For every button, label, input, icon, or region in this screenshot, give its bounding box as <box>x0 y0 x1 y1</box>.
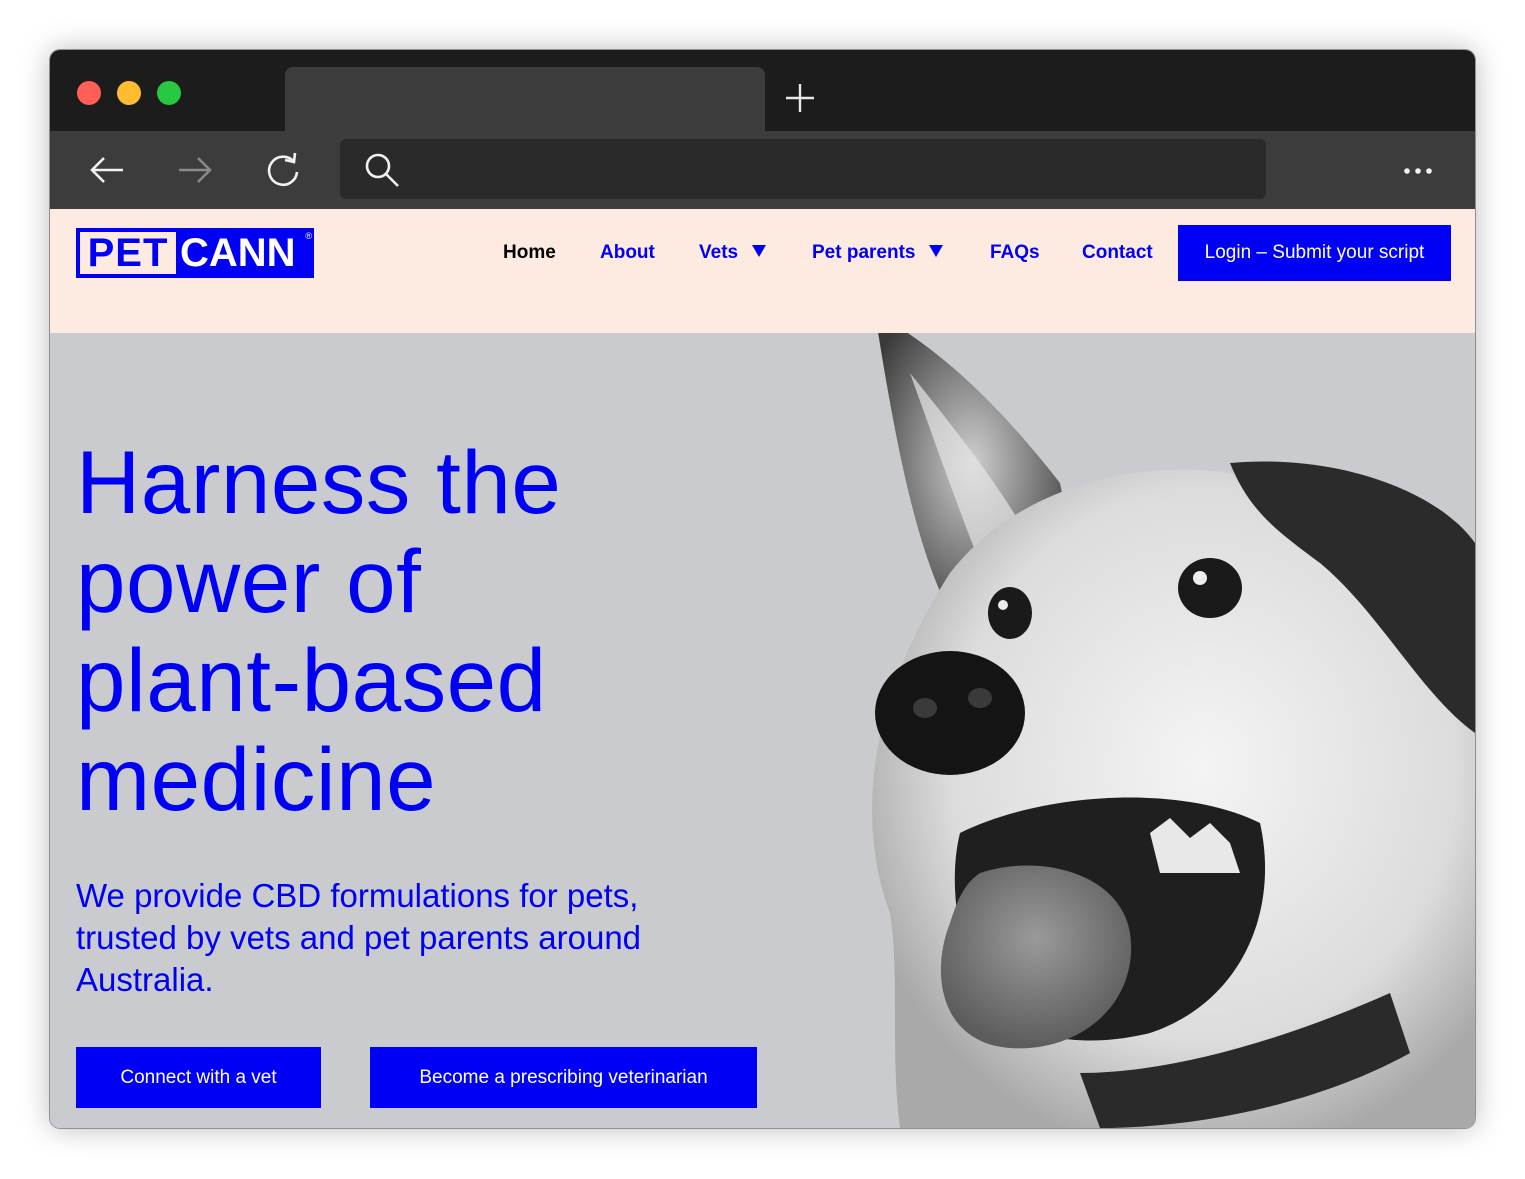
new-tab-button[interactable] <box>782 80 818 116</box>
search-icon <box>365 153 399 187</box>
plus-icon <box>786 84 814 112</box>
hero-title-line: plant-based <box>76 630 547 730</box>
caret-down-icon <box>752 245 767 257</box>
logo-text-cann: CANN ® <box>176 231 312 275</box>
login-submit-script-button[interactable]: Login – Submit your script <box>1178 225 1451 281</box>
forward-button[interactable] <box>175 150 215 190</box>
back-arrow-icon <box>90 157 123 183</box>
nav-vets[interactable]: Vets <box>699 225 767 281</box>
back-button[interactable] <box>87 150 127 190</box>
nav-contact[interactable]: Contact <box>1082 225 1153 281</box>
nav-pet-parents-label: Pet parents <box>812 242 916 263</box>
nav-home[interactable]: Home <box>503 225 556 281</box>
hero-subtitle-line: We provide CBD formulations for pets, <box>76 877 639 914</box>
browser-window: PET CANN ® Home About Vets Pet parents F… <box>50 50 1475 1128</box>
tab-strip <box>50 50 1475 131</box>
hero-title-line: Harness the <box>76 432 562 532</box>
hero-section: Harness the power of plant-based medicin… <box>50 333 1475 1128</box>
hero-title-line: medicine <box>76 729 437 829</box>
logo-text-cann-word: CANN <box>180 231 296 275</box>
browser-menu-button[interactable] <box>1400 153 1436 189</box>
hero-subtitle: We provide CBD formulations for pets, tr… <box>76 875 736 1001</box>
browser-toolbar <box>50 131 1475 209</box>
address-input[interactable] <box>420 149 1240 189</box>
site-header: PET CANN ® Home About Vets Pet parents F… <box>50 209 1475 333</box>
forward-arrow-icon <box>179 157 212 183</box>
browser-tab[interactable] <box>285 67 765 131</box>
hero-title-line: power of <box>76 531 422 631</box>
connect-with-vet-button[interactable]: Connect with a vet <box>76 1047 321 1108</box>
address-bar[interactable] <box>340 139 1266 199</box>
nav-vets-label: Vets <box>699 242 739 263</box>
hero-subtitle-line: Australia. <box>76 961 214 998</box>
reload-icon <box>267 152 299 187</box>
caret-down-icon <box>929 245 944 257</box>
nav-pet-parents[interactable]: Pet parents <box>812 225 944 281</box>
nav-faqs[interactable]: FAQs <box>990 225 1040 281</box>
more-dots-icon <box>1404 168 1432 174</box>
nav-about[interactable]: About <box>600 225 655 281</box>
petcann-logo[interactable]: PET CANN ® <box>76 228 314 278</box>
become-prescribing-vet-button[interactable]: Become a prescribing veterinarian <box>370 1047 757 1108</box>
reload-button[interactable] <box>263 150 303 190</box>
hero-subtitle-line: trusted by vets and pet parents around <box>76 919 642 956</box>
dog-photo <box>872 333 1475 1128</box>
maximize-window-button[interactable] <box>157 81 181 105</box>
logo-text-pet: PET <box>80 232 176 274</box>
close-window-button[interactable] <box>77 81 101 105</box>
minimize-window-button[interactable] <box>117 81 141 105</box>
hero-title: Harness the power of plant-based medicin… <box>76 433 776 829</box>
registered-mark: ® <box>305 231 312 241</box>
